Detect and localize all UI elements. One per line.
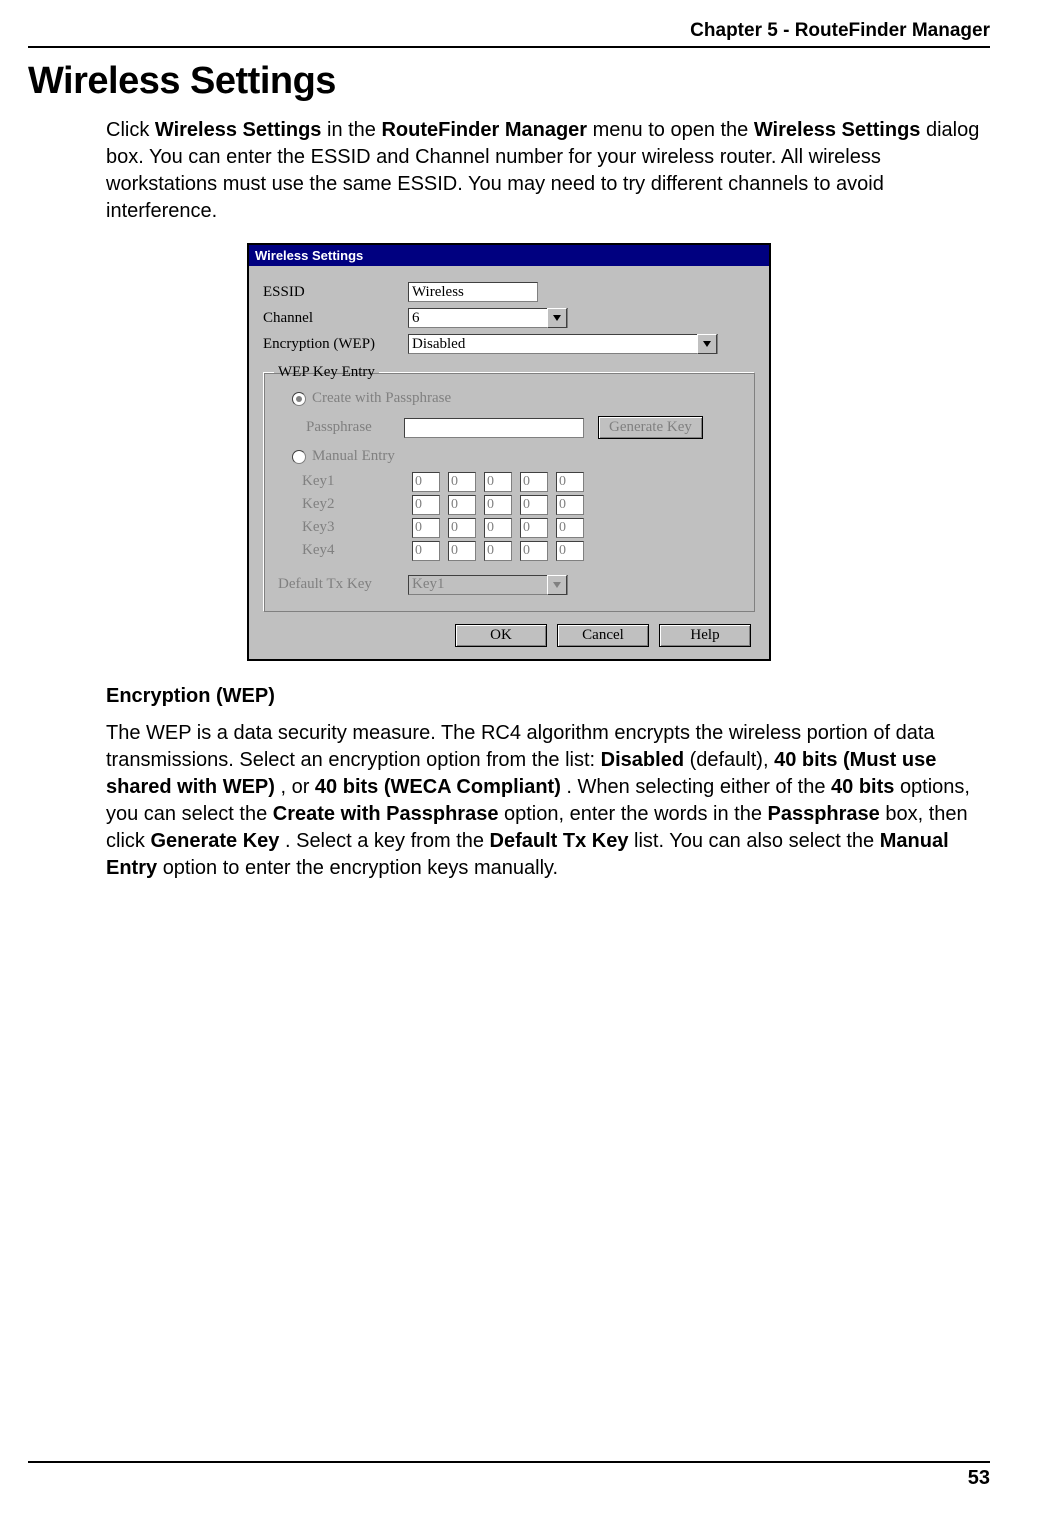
- text: in the: [327, 119, 381, 141]
- radio-label: Create with Passphrase: [312, 390, 451, 407]
- key3-cell[interactable]: 0: [412, 518, 440, 538]
- key3-cell[interactable]: 0: [520, 518, 548, 538]
- chevron-down-icon: [547, 575, 567, 595]
- key1-cell[interactable]: 0: [484, 472, 512, 492]
- key1-cell[interactable]: 0: [556, 472, 584, 492]
- key2-cell[interactable]: 0: [448, 495, 476, 515]
- key1-label: Key1: [274, 473, 412, 490]
- radio-manual-entry[interactable]: Manual Entry: [292, 448, 395, 465]
- default-tx-select[interactable]: Key1: [408, 575, 568, 595]
- dialog-titlebar: Wireless Settings: [249, 245, 769, 266]
- key2-cell[interactable]: 0: [484, 495, 512, 515]
- passphrase-label: Passphrase: [306, 419, 404, 436]
- ok-button[interactable]: OK: [455, 624, 547, 647]
- text-bold: Default Tx Key: [490, 830, 629, 852]
- channel-select[interactable]: 6: [408, 308, 568, 328]
- text-bold: Passphrase: [768, 803, 880, 825]
- encryption-paragraph: The WEP is a data security measure. The …: [106, 720, 990, 882]
- chapter-header: Chapter 5 - RouteFinder Manager: [28, 20, 990, 48]
- page-number: 53: [28, 1461, 990, 1490]
- key3-cell[interactable]: 0: [484, 518, 512, 538]
- text-bold: Wireless Settings: [155, 119, 322, 141]
- key4-cell[interactable]: 0: [484, 541, 512, 561]
- key2-label: Key2: [274, 496, 412, 513]
- encryption-select[interactable]: Disabled: [408, 334, 718, 354]
- page-title: Wireless Settings: [28, 60, 990, 103]
- encryption-label: Encryption (WEP): [263, 336, 408, 353]
- wep-key-entry-group: WEP Key Entry Create with Passphrase Pas…: [263, 364, 755, 612]
- text: option to enter the encryption keys manu…: [163, 857, 558, 879]
- text: . Select a key from the: [285, 830, 490, 852]
- text: option, enter the words in the: [504, 803, 768, 825]
- text: Click: [106, 119, 155, 141]
- wireless-settings-dialog: Wireless Settings ESSID Channel 6 Encryp…: [247, 243, 771, 661]
- radio-create-passphrase[interactable]: Create with Passphrase: [292, 390, 451, 407]
- intro-paragraph: Click Wireless Settings in the RouteFind…: [106, 117, 990, 225]
- key4-cell[interactable]: 0: [448, 541, 476, 561]
- essid-input[interactable]: [408, 282, 538, 302]
- radio-dot-icon: [292, 450, 306, 464]
- text-bold: RouteFinder Manager: [381, 119, 587, 141]
- chevron-down-icon: [547, 308, 567, 328]
- chevron-down-icon: [697, 334, 717, 354]
- key4-cell[interactable]: 0: [520, 541, 548, 561]
- key3-cell[interactable]: 0: [556, 518, 584, 538]
- text-bold: 40 bits (WECA Compliant): [315, 776, 561, 798]
- key4-cell[interactable]: 0: [556, 541, 584, 561]
- essid-label: ESSID: [263, 284, 408, 301]
- text-bold: Wireless Settings: [754, 119, 921, 141]
- key1-cell[interactable]: 0: [520, 472, 548, 492]
- key1-cell[interactable]: 0: [448, 472, 476, 492]
- default-tx-value: Key1: [412, 576, 445, 593]
- key2-cell[interactable]: 0: [556, 495, 584, 515]
- text: (default),: [690, 749, 774, 771]
- channel-label: Channel: [263, 310, 408, 327]
- encryption-heading: Encryption (WEP): [106, 685, 990, 708]
- generate-key-button[interactable]: Generate Key: [598, 416, 703, 439]
- key2-cell[interactable]: 0: [412, 495, 440, 515]
- radio-dot-icon: [292, 392, 306, 406]
- key1-cell[interactable]: 0: [412, 472, 440, 492]
- key3-label: Key3: [274, 519, 412, 536]
- text: menu to open the: [593, 119, 754, 141]
- encryption-value: Disabled: [412, 336, 465, 353]
- key2-cell[interactable]: 0: [520, 495, 548, 515]
- text: . When selecting either of the: [566, 776, 831, 798]
- text-bold: 40 bits: [831, 776, 894, 798]
- text: , or: [280, 776, 314, 798]
- key4-cell[interactable]: 0: [412, 541, 440, 561]
- key4-label: Key4: [274, 542, 412, 559]
- key3-cell[interactable]: 0: [448, 518, 476, 538]
- help-button[interactable]: Help: [659, 624, 751, 647]
- text-bold: Disabled: [601, 749, 684, 771]
- text-bold: Create with Passphrase: [273, 803, 499, 825]
- text-bold: Generate Key: [150, 830, 279, 852]
- radio-label: Manual Entry: [312, 448, 395, 465]
- cancel-button[interactable]: Cancel: [557, 624, 649, 647]
- channel-value: 6: [412, 310, 420, 327]
- text: list. You can also select the: [634, 830, 880, 852]
- default-tx-label: Default Tx Key: [274, 576, 408, 593]
- passphrase-input[interactable]: [404, 418, 584, 438]
- wep-group-legend: WEP Key Entry: [274, 364, 379, 381]
